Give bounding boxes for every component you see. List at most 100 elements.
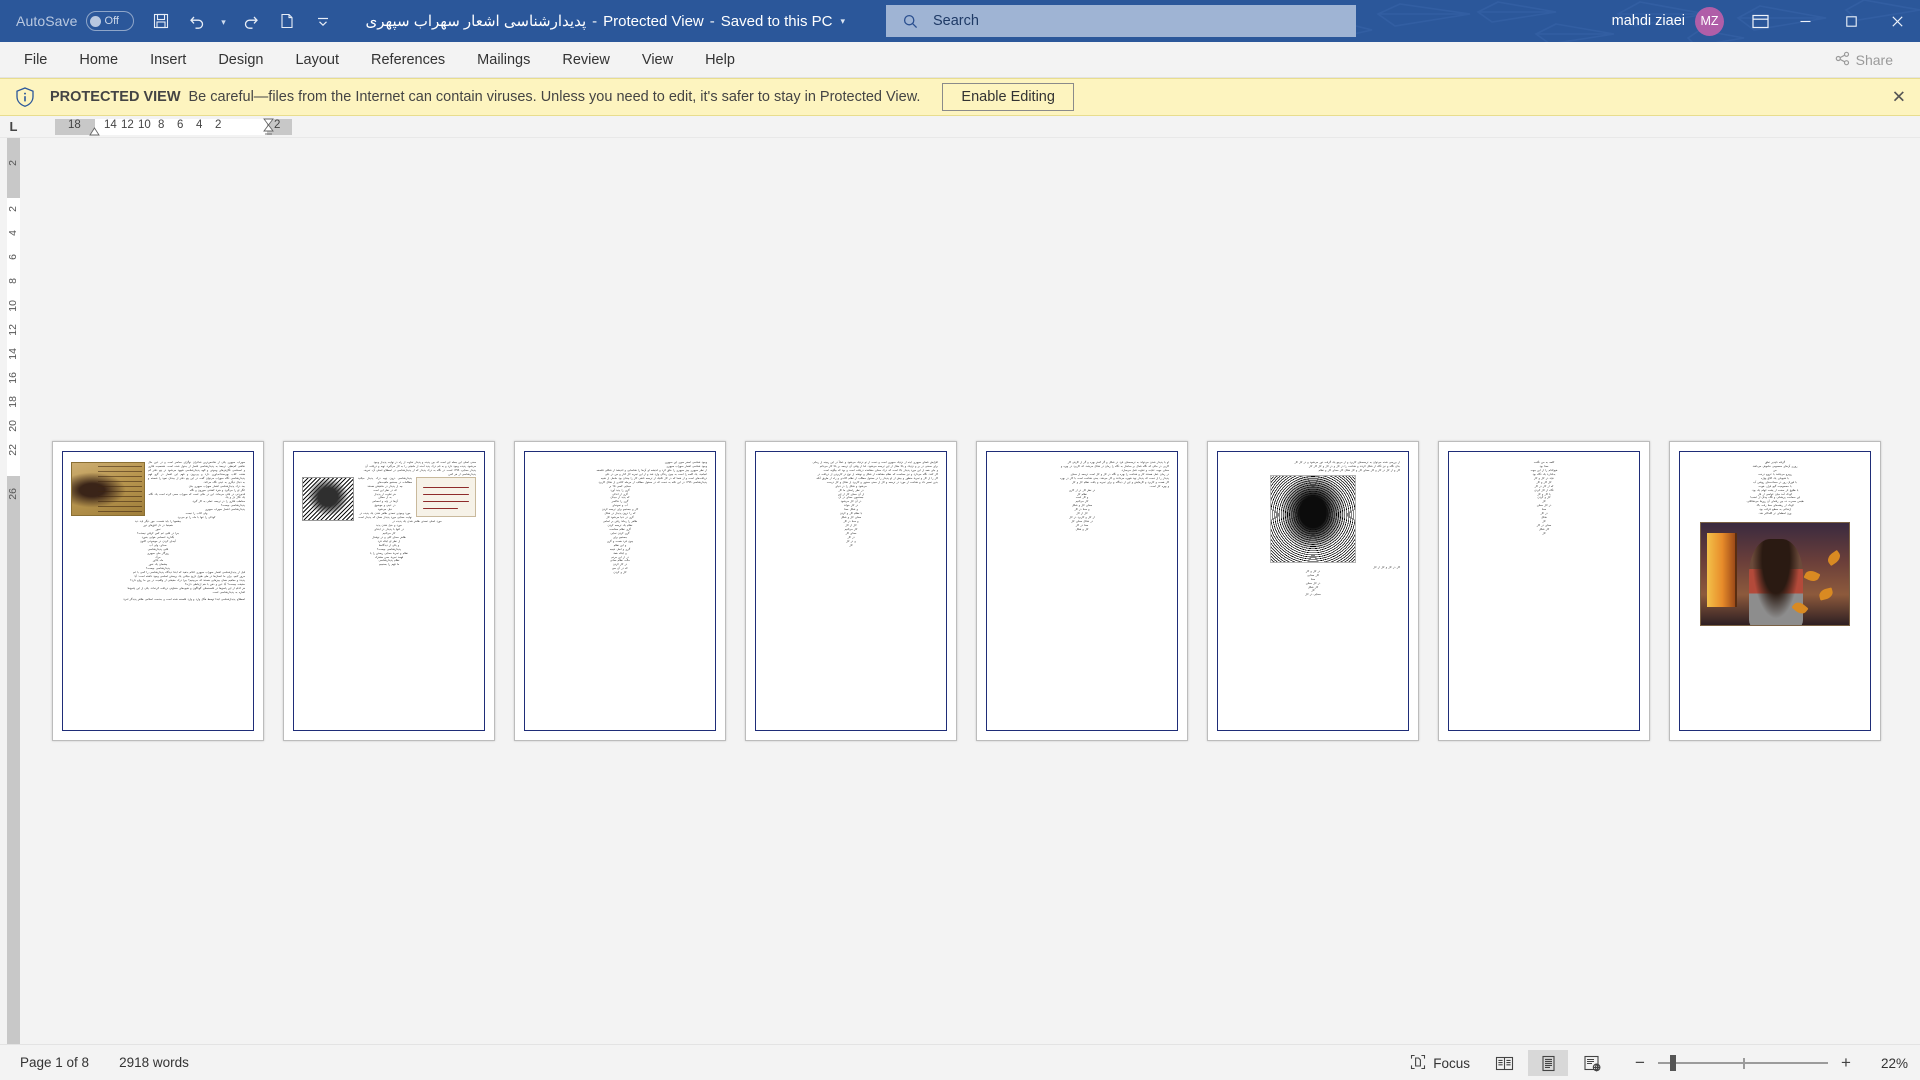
first-line-indent-marker-icon[interactable] bbox=[89, 127, 100, 136]
vruler-mark-1: 2 bbox=[7, 206, 19, 212]
banner-close-icon[interactable]: ✕ bbox=[1892, 89, 1906, 106]
tab-references[interactable]: References bbox=[357, 47, 459, 73]
page-1-line-26: اشاره به پدیدارشناسی است. bbox=[212, 590, 245, 594]
zoom-slider-thumb[interactable] bbox=[1670, 1055, 1676, 1071]
poet-portrait-image bbox=[302, 476, 354, 521]
new-document-icon[interactable] bbox=[270, 6, 304, 36]
tab-stop-selector-button[interactable]: L bbox=[0, 116, 27, 137]
protected-view-state: Protected View bbox=[603, 12, 704, 30]
hanging-indent-marker-icon[interactable] bbox=[263, 118, 274, 136]
search-input[interactable]: Search bbox=[886, 5, 1356, 37]
painting-figure bbox=[1749, 539, 1803, 626]
ruler-mark-12: 12 bbox=[121, 119, 134, 131]
minimize-icon[interactable] bbox=[1782, 0, 1828, 42]
vruler-mark-9: 18 bbox=[7, 396, 19, 408]
ruler-mark-2b: 2 bbox=[274, 119, 281, 131]
tab-view[interactable]: View bbox=[628, 47, 687, 73]
zoom-out-icon[interactable]: − bbox=[1632, 1053, 1648, 1073]
zoom-slider[interactable] bbox=[1658, 1055, 1828, 1071]
tab-file[interactable]: File bbox=[10, 47, 61, 73]
share-label: Share bbox=[1855, 52, 1893, 68]
document-page-1[interactable]: سهراب سپهری یکی از شاخص‌ترین شاعران نوگر… bbox=[52, 441, 264, 741]
painting-leaf-2 bbox=[1817, 587, 1835, 601]
tab-help[interactable]: Help bbox=[691, 47, 749, 73]
word-count[interactable]: 2918 words bbox=[119, 1055, 189, 1070]
web-layout-icon[interactable] bbox=[1572, 1050, 1612, 1076]
redo-icon[interactable] bbox=[234, 6, 268, 36]
focus-label: Focus bbox=[1433, 1055, 1470, 1071]
tab-review[interactable]: Review bbox=[548, 47, 624, 73]
enable-editing-button[interactable]: Enable Editing bbox=[942, 83, 1074, 111]
document-page-3[interactable]: وجود شناسی اصغر سوی این سپهری وجود شناسی… bbox=[514, 441, 726, 741]
maximize-icon[interactable] bbox=[1828, 0, 1874, 42]
undo-icon[interactable] bbox=[180, 6, 214, 36]
document-workspace: 2 2 4 6 8 10 12 14 16 18 20 22 26 سهراب … bbox=[0, 138, 1920, 1044]
ruler-mark-10: 10 bbox=[138, 119, 151, 131]
document-page-4[interactable]: افزایش فضای سپهری ایده از نزدیک سپهری اس… bbox=[745, 441, 957, 741]
page-6-line-10: معنایی در کار bbox=[1305, 593, 1321, 597]
protected-view-banner: PROTECTED VIEW Be careful—files from the… bbox=[0, 78, 1920, 116]
titlebar-right-group: mahdi ziaei MZ bbox=[1612, 0, 1920, 42]
tab-layout[interactable]: Layout bbox=[281, 47, 353, 73]
vruler-bottom-margin bbox=[7, 476, 20, 1044]
red-seal-stamp-image bbox=[416, 476, 476, 517]
vruler-mark-10: 20 bbox=[7, 420, 19, 432]
page-8-line-13: وزن لحظه‌ای تر الله‌اکبر شد. bbox=[1758, 512, 1792, 516]
share-icon bbox=[1835, 51, 1850, 69]
ribbon-display-options-icon[interactable] bbox=[1738, 0, 1782, 42]
title-chevron-down-icon[interactable]: ▾ bbox=[840, 16, 845, 27]
document-name: پدیدارشناسی اشعار سهراب سپهری bbox=[365, 13, 587, 30]
print-layout-icon[interactable] bbox=[1528, 1050, 1568, 1076]
focus-mode-icon bbox=[1410, 1054, 1426, 1073]
account-name[interactable]: mahdi ziaei bbox=[1612, 13, 1685, 29]
undo-dropdown-chevron-down-icon[interactable]: ▾ bbox=[216, 6, 232, 36]
page-1-line-27: اصطلاح پدیدارشناسی ابتدا توسط هگل وارد و… bbox=[123, 597, 245, 601]
focus-mode-button[interactable]: Focus bbox=[1398, 1054, 1482, 1073]
vertical-ruler[interactable]: 2 2 4 6 8 10 12 14 16 18 20 22 26 bbox=[0, 138, 27, 1044]
zoom-controls: − + 22% bbox=[1632, 1053, 1908, 1073]
document-page-7[interactable]: کلمه به من نگفت معنا بود هیچ‌کدام را از … bbox=[1438, 441, 1650, 741]
sohrab-sepehri-painting-image bbox=[1700, 522, 1850, 627]
tab-insert[interactable]: Insert bbox=[136, 47, 200, 73]
document-page-6[interactable]: از بررسی شده می‌توان به ترجمه‌های کاربرد… bbox=[1207, 441, 1419, 741]
zoom-level-label[interactable]: 22% bbox=[1864, 1056, 1908, 1071]
page-6-content: از بررسی شده می‌توان به ترجمه‌های کاربرد… bbox=[1217, 451, 1409, 731]
zoom-in-icon[interactable]: + bbox=[1838, 1053, 1854, 1073]
vruler-mark-2: 4 bbox=[7, 230, 19, 236]
ribbon-tabs: File Home Insert Design Layout Reference… bbox=[0, 47, 751, 73]
close-icon[interactable] bbox=[1874, 0, 1920, 42]
status-bar: Page 1 of 8 2918 words Focus − + 22% bbox=[0, 1044, 1920, 1080]
customize-quick-access-toolbar-icon[interactable] bbox=[306, 6, 340, 36]
vruler-mark-8: 16 bbox=[7, 372, 19, 384]
page-4-line-21: کار bbox=[849, 543, 853, 547]
tab-home[interactable]: Home bbox=[65, 47, 132, 73]
vruler-mark-5: 10 bbox=[7, 300, 19, 312]
tab-design[interactable]: Design bbox=[204, 47, 277, 73]
tab-mailings[interactable]: Mailings bbox=[463, 47, 544, 73]
vruler-mark-11: 22 bbox=[7, 444, 19, 456]
document-page-8[interactable]: گرفته دلپذیر تعلق روزی آن‌های محسوس خامو… bbox=[1669, 441, 1881, 741]
autosave-label: AutoSave bbox=[16, 13, 78, 29]
autosave-toggle[interactable]: AutoSave Off bbox=[8, 6, 142, 36]
save-icon[interactable] bbox=[144, 6, 178, 36]
share-button[interactable]: Share bbox=[1826, 47, 1906, 73]
read-mode-icon[interactable] bbox=[1484, 1050, 1524, 1076]
vruler-mark-7: 14 bbox=[7, 348, 19, 360]
page-indicator[interactable]: Page 1 of 8 bbox=[20, 1055, 89, 1070]
zoom-slider-midpoint bbox=[1743, 1057, 1745, 1069]
vruler-mark-12: 26 bbox=[7, 488, 19, 500]
document-page-5[interactable]: او با پدیدار شدن می‌تواند به ترجمه‌های ف… bbox=[976, 441, 1188, 741]
avatar[interactable]: MZ bbox=[1695, 6, 1724, 36]
page-thumbnails-area[interactable]: سهراب سپهری یکی از شاخص‌ترین شاعران نوگر… bbox=[27, 138, 1920, 1044]
autosave-switch[interactable]: Off bbox=[85, 11, 134, 31]
document-page-2[interactable]: معنی اصلی این جمله این است که بین پدیده … bbox=[283, 441, 495, 741]
quick-access-toolbar: AutoSave Off ▾ bbox=[0, 6, 340, 36]
page-2-content: معنی اصلی این جمله این است که بین پدیده … bbox=[293, 451, 485, 731]
status-bar-left: Page 1 of 8 2918 words bbox=[12, 1055, 189, 1070]
horizontal-ruler-track[interactable]: 18 14 12 10 8 6 4 2 2 bbox=[27, 116, 292, 138]
page-1-content: سهراب سپهری یکی از شاخص‌ترین شاعران نوگر… bbox=[62, 451, 254, 731]
page-5-content: او با پدیدار شدن می‌تواند به ترجمه‌های ف… bbox=[986, 451, 1178, 731]
shield-info-icon bbox=[14, 86, 36, 108]
halftone-portrait-image bbox=[1270, 474, 1356, 563]
horizontal-ruler[interactable]: L 18 14 12 10 8 6 4 2 2 bbox=[0, 116, 1920, 138]
